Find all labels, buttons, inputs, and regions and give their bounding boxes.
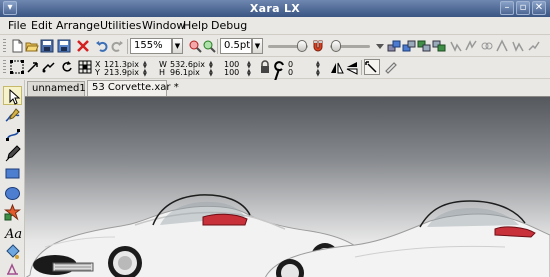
- skew-field[interactable]: 0: [288, 68, 293, 77]
- menu-debug[interactable]: Debug: [211, 19, 247, 32]
- pen-tool-icon[interactable]: [3, 144, 22, 163]
- quickshape-tool-icon[interactable]: [3, 203, 22, 222]
- line-width-slider-thumb[interactable]: [297, 40, 307, 52]
- zoom-dropdown-icon[interactable]: ▼: [172, 38, 183, 54]
- svg-text:Aa: Aa: [4, 227, 22, 242]
- open-document-icon[interactable]: [25, 39, 39, 53]
- menu-help[interactable]: Help: [183, 19, 208, 32]
- height-field[interactable]: 96.1pix: [170, 68, 200, 77]
- menu-edit[interactable]: Edit: [31, 19, 52, 32]
- rotate-icon[interactable]: [60, 60, 74, 74]
- menu-utilities[interactable]: Utilities: [100, 19, 141, 32]
- magnet-icon[interactable]: [311, 39, 325, 53]
- line-width-combo[interactable]: 0.5pt: [220, 38, 252, 54]
- transparency-slider-thumb[interactable]: [331, 40, 341, 52]
- standard-toolbar: 155% ▼ 0.5pt ▼: [0, 36, 550, 57]
- menu-bar: File Edit Arrange Utilities Window Help …: [0, 17, 550, 35]
- close-button[interactable]: ✕: [532, 1, 546, 15]
- menu-window[interactable]: Window: [142, 19, 185, 32]
- send-backward-icon[interactable]: [417, 39, 431, 53]
- undo-icon[interactable]: [95, 39, 109, 53]
- scale-spinner-icon[interactable]: ▲ ▼: [247, 69, 253, 78]
- new-document-icon[interactable]: [10, 39, 24, 53]
- toolbar-grip[interactable]: [3, 39, 6, 54]
- menu-file[interactable]: File: [8, 19, 26, 32]
- shape-slice-icon[interactable]: [527, 39, 541, 53]
- ellipse-tool-icon[interactable]: [3, 184, 22, 203]
- position-spinner-icon[interactable]: ▲ ▼: [143, 69, 149, 78]
- h-label: H: [159, 68, 166, 77]
- y-label: Y: [95, 68, 100, 77]
- save-as-icon[interactable]: [57, 39, 71, 53]
- y-position-field[interactable]: 213.9pix: [104, 68, 139, 77]
- rectangle-tool-icon[interactable]: [3, 164, 22, 183]
- text-tool-icon[interactable]: Aa: [3, 223, 22, 242]
- minimize-button[interactable]: –: [500, 1, 514, 15]
- selection-bounds-icon[interactable]: [10, 60, 24, 74]
- measure-icon[interactable]: [384, 60, 398, 74]
- shape-break-icon[interactable]: [464, 39, 478, 53]
- rotation-icon: [272, 59, 284, 72]
- delete-icon[interactable]: [76, 39, 90, 53]
- freehand-tool-icon[interactable]: [3, 106, 22, 125]
- line-width-dropdown-icon[interactable]: ▼: [252, 38, 263, 54]
- shape-subtract-icon[interactable]: [495, 39, 509, 53]
- selector-info-bar: X Y 121.3pix 213.9pix ▲ ▼ ▲ ▼ W H 532.6pix…: [0, 57, 550, 82]
- window-titlebar: ▾ Xara LX – ▫ ✕: [0, 0, 550, 17]
- zoom-to-page-icon[interactable]: [202, 39, 216, 53]
- shape-intersect-icon[interactable]: [511, 39, 525, 53]
- maximize-button[interactable]: ▫: [516, 1, 530, 15]
- corvette-artwork: [25, 194, 550, 277]
- send-to-back-icon[interactable]: [432, 39, 446, 53]
- zoom-combo[interactable]: 155%: [130, 38, 172, 54]
- scale-line-widths-icon[interactable]: [41, 60, 55, 74]
- fill-tool-icon[interactable]: [3, 242, 22, 261]
- shape-editor-tool-icon[interactable]: [3, 125, 22, 144]
- lock-aspect-icon[interactable]: [258, 60, 272, 74]
- document-tabs: unnamed1 * 53 Corvette.xar *: [25, 80, 550, 96]
- transparency-dropdown-icon[interactable]: [373, 39, 387, 53]
- skew-spinner-icon[interactable]: ▲ ▼: [316, 69, 322, 78]
- tab-unnamed1[interactable]: unnamed1 *: [27, 81, 94, 96]
- drawing-canvas[interactable]: [25, 96, 550, 277]
- tools-panel: Aa: [0, 80, 25, 277]
- bring-to-front-icon[interactable]: [387, 39, 401, 53]
- skew-icon: [272, 68, 285, 82]
- flip-horizontal-icon[interactable]: [330, 61, 344, 75]
- bounds-arrow-toggle-icon[interactable]: [364, 59, 380, 75]
- size-spinner-icon[interactable]: ▲ ▼: [209, 69, 215, 78]
- scale-height-field[interactable]: 100: [224, 68, 239, 77]
- tab-53-corvette[interactable]: 53 Corvette.xar *: [87, 80, 179, 96]
- shape-combine-icon[interactable]: [480, 39, 494, 53]
- selector-tool-icon[interactable]: [3, 86, 22, 105]
- shape-join-icon[interactable]: [449, 39, 463, 53]
- position-grid-icon[interactable]: [78, 60, 92, 74]
- bring-forward-icon[interactable]: [402, 39, 416, 53]
- transparency-tool-icon[interactable]: [3, 260, 22, 277]
- save-document-icon[interactable]: [40, 39, 54, 53]
- menu-arrange[interactable]: Arrange: [56, 19, 100, 32]
- redo-icon[interactable]: [110, 39, 124, 53]
- window-title: Xara LX: [249, 2, 301, 15]
- flip-vertical-icon[interactable]: [345, 61, 359, 75]
- zoom-previous-icon[interactable]: [188, 39, 202, 53]
- infobar-grip[interactable]: [3, 60, 6, 75]
- transform-arrow-icon[interactable]: [26, 60, 40, 74]
